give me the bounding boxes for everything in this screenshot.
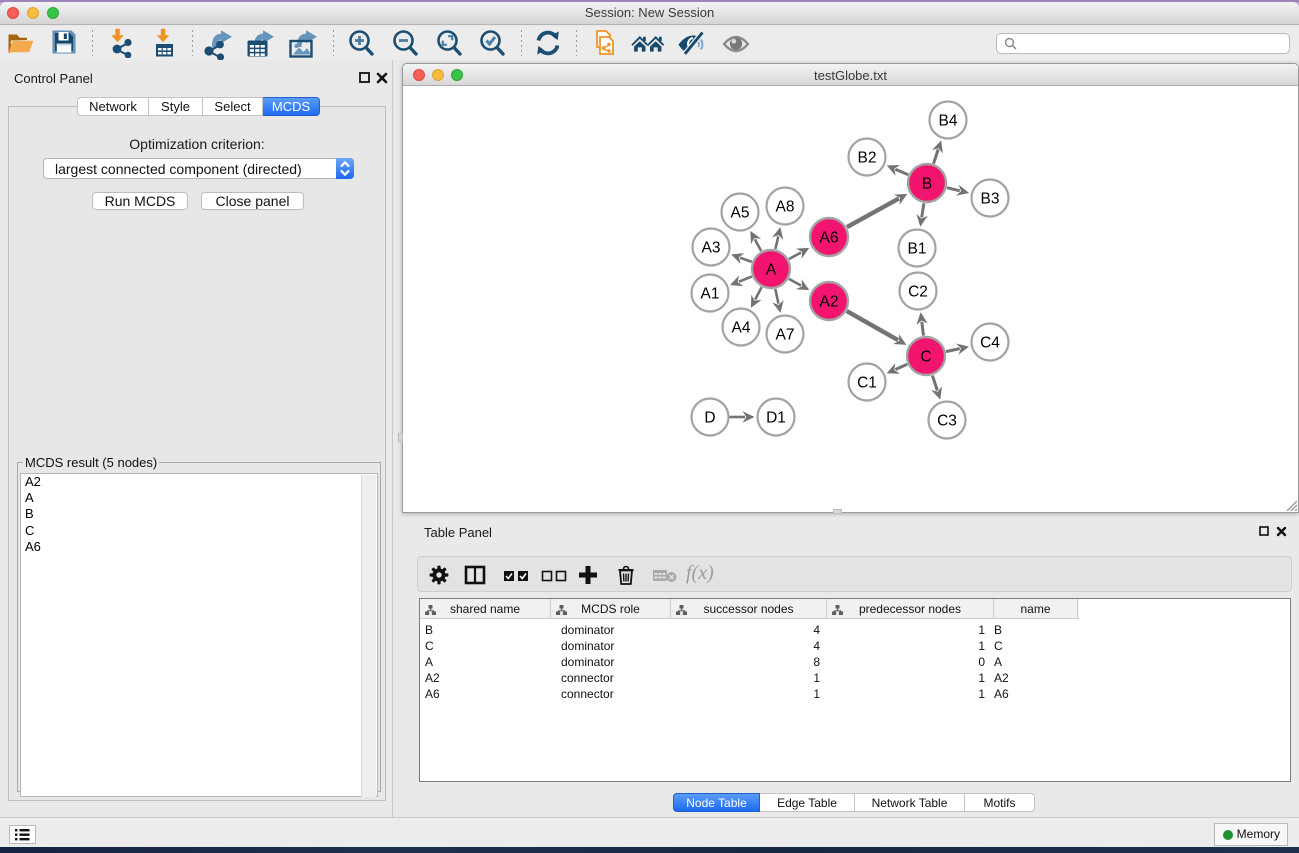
svg-text:A5: A5	[731, 205, 750, 222]
svg-text:A6: A6	[820, 230, 839, 247]
svg-text:D1: D1	[766, 410, 786, 427]
svg-text:C2: C2	[908, 284, 928, 301]
svg-text:B2: B2	[858, 150, 877, 167]
svg-text:A: A	[766, 262, 777, 279]
svg-text:B3: B3	[981, 191, 1000, 208]
svg-text:A4: A4	[732, 320, 751, 337]
svg-text:A3: A3	[702, 240, 721, 257]
svg-text:A8: A8	[776, 199, 795, 216]
svg-text:A1: A1	[701, 286, 720, 303]
svg-text:A7: A7	[776, 327, 795, 344]
svg-text:C1: C1	[857, 375, 877, 392]
svg-text:C: C	[920, 349, 931, 366]
svg-text:B1: B1	[908, 241, 927, 258]
svg-text:B4: B4	[939, 113, 958, 130]
svg-text:A2: A2	[820, 294, 839, 311]
svg-text:D: D	[704, 410, 715, 427]
svg-text:B: B	[922, 176, 932, 193]
svg-text:C3: C3	[937, 413, 957, 430]
svg-text:C4: C4	[980, 335, 1000, 352]
